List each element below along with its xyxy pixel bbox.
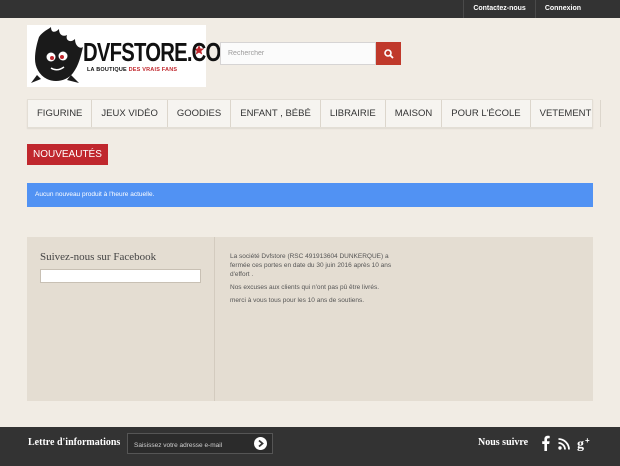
search-form	[220, 42, 401, 65]
facebook-icon[interactable]	[541, 435, 550, 456]
rss-icon[interactable]	[558, 437, 570, 455]
closure-notice: La société Dvfstore (RSC 491913604 DUNKE…	[215, 237, 415, 401]
search-input[interactable]	[220, 42, 376, 65]
tagline-right: DES VRAIS FANS	[128, 67, 178, 73]
top-bar: Contactez-nous Connexion	[0, 0, 620, 18]
svg-text:+: +	[585, 436, 590, 445]
notice-paragraph: merci à vous tous pour les 10 ans de sou…	[230, 297, 365, 304]
search-icon	[383, 48, 394, 59]
search-button[interactable]	[376, 42, 401, 65]
menu-item-librairie[interactable]: Librairie	[321, 100, 386, 127]
svg-text:g: g	[577, 437, 584, 451]
notice-paragraph: Nos excuses aux clients qui n'ont pas pû…	[230, 284, 380, 291]
follow-title: Nous suivre	[478, 437, 529, 448]
site-logo[interactable]: DVFSTORE.COM LA BOUTIQUE DES VRAIS FANS	[27, 25, 237, 87]
contact-link[interactable]: Contactez-nous	[464, 0, 535, 18]
menu-item-vetement[interactable]: Vetement	[531, 100, 602, 127]
facebook-widget[interactable]	[40, 269, 201, 283]
info-alert: Aucun nouveau produit à l'heure actuelle…	[27, 183, 593, 207]
chevron-right-icon	[258, 439, 264, 448]
newsletter-submit-button[interactable]	[254, 437, 267, 450]
top-nav: Contactez-nous Connexion	[463, 0, 590, 18]
menu-item-maison[interactable]: Maison	[386, 100, 443, 127]
bottom-bar: Lettre d'informations Nous suivre g +	[0, 427, 620, 466]
tagline-left: LA BOUTIQUE	[87, 67, 129, 73]
menu-item-goodies[interactable]: Goodies	[168, 100, 232, 127]
menu-item-jeux-video[interactable]: Jeux vidéo	[92, 100, 168, 127]
brand-name: DVFSTORE.COM	[83, 37, 237, 67]
newsletter-title: Lettre d'informations	[28, 437, 121, 448]
main-menu: Figurine Jeux vidéo Goodies Enfant , béb…	[27, 99, 602, 128]
facebook-block: Suivez-nous sur Facebook	[27, 237, 215, 401]
newsletter-form	[127, 433, 273, 455]
menu-item-figurine[interactable]: Figurine	[28, 100, 93, 127]
brand-tagline: LA BOUTIQUE DES VRAIS FANS	[87, 67, 177, 73]
google-plus-icon[interactable]: g +	[577, 435, 593, 456]
login-link[interactable]: Connexion	[536, 0, 590, 18]
footer-panel: Suivez-nous sur Facebook La société Dvfs…	[27, 237, 593, 401]
newsletter-email-input[interactable]	[128, 436, 248, 455]
menu-item-pour-ecole[interactable]: Pour l'école	[442, 100, 531, 127]
menu-item-enfant-bebe[interactable]: Enfant , bébé	[231, 100, 321, 127]
facebook-title: Suivez-nous sur Facebook	[40, 251, 157, 263]
new-products-title[interactable]: Nouveautés	[27, 144, 108, 165]
notice-paragraph: La société Dvfstore (RSC 491913604 DUNKE…	[230, 253, 392, 278]
